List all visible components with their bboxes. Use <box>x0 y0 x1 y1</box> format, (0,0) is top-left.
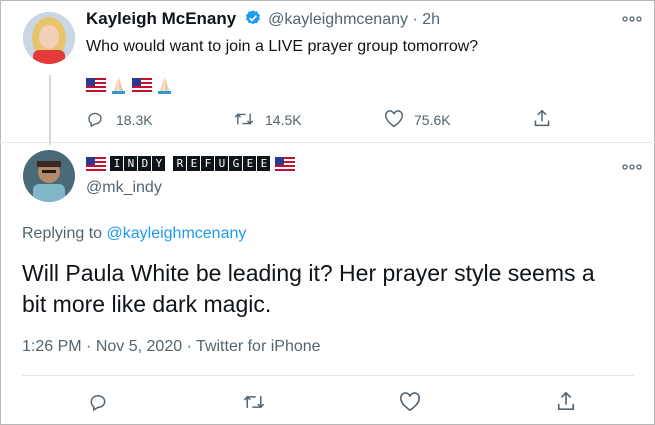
boxed-letter: Y <box>152 156 166 172</box>
us-flag-icon <box>131 78 152 92</box>
more-options-icon[interactable] <box>622 162 642 172</box>
boxed-letter: I <box>110 156 124 172</box>
reply-date[interactable]: Nov 5, 2020 <box>96 338 182 355</box>
reply-icon[interactable] <box>86 110 104 128</box>
boxed-letter: E <box>187 156 201 172</box>
boxed-name-letters: INDY REFUGEE <box>110 156 271 172</box>
us-flag-icon <box>86 156 106 171</box>
reply-meta: 1:26 PM · Nov 5, 2020 · Twitter for iPho… <box>22 338 321 356</box>
retweet-icon[interactable] <box>243 392 265 412</box>
verified-badge-icon <box>244 9 262 27</box>
boxed-letter: N <box>124 156 138 172</box>
boxed-letter <box>166 156 172 171</box>
reply-count: 18.3K <box>116 112 153 128</box>
reply-source[interactable]: Twitter for iPhone <box>196 338 321 355</box>
replying-to-prefix: Replying to <box>22 225 107 242</box>
avatar-mk-indy[interactable] <box>23 150 75 202</box>
emoji-row <box>86 76 173 94</box>
meta-divider <box>22 375 634 376</box>
author-name[interactable]: Kayleigh McEnany <box>86 9 236 28</box>
dot-separator: · <box>412 11 418 28</box>
window-frame <box>0 0 655 425</box>
us-flag-icon <box>274 156 295 171</box>
tweet-text: Who would want to join a LIVE prayer gro… <box>86 38 479 55</box>
like-icon[interactable] <box>384 110 404 128</box>
like-count: 75.6K <box>414 112 451 128</box>
folded-hands-icon <box>110 76 127 94</box>
reply-handle[interactable]: @mk_indy <box>86 179 162 197</box>
boxed-letter: E <box>257 156 271 172</box>
avatar-kayleigh[interactable] <box>23 12 75 64</box>
replying-to: Replying to @kayleighmcenany <box>22 225 246 243</box>
tweet-time[interactable]: 2h <box>422 11 440 28</box>
replying-to-handle-link[interactable]: @kayleighmcenany <box>107 225 247 242</box>
thread-line <box>49 75 51 145</box>
share-icon[interactable] <box>533 108 551 128</box>
reply-display-name[interactable]: INDY REFUGEE <box>86 155 295 173</box>
share-icon[interactable] <box>556 390 576 412</box>
boxed-letter: D <box>138 156 152 172</box>
like-icon[interactable] <box>399 392 421 412</box>
reply-icon[interactable] <box>88 392 108 412</box>
boxed-letter: E <box>243 156 257 172</box>
meta-separator: · <box>86 338 92 355</box>
tweet-divider <box>0 142 655 143</box>
more-options-icon[interactable] <box>622 14 642 24</box>
boxed-letter: R <box>173 156 187 172</box>
reply-time[interactable]: 1:26 PM <box>22 338 82 355</box>
retweet-count: 14.5K <box>265 112 302 128</box>
boxed-letter: U <box>215 156 229 172</box>
folded-hands-icon <box>156 76 173 94</box>
reply-text: Will Paula White be leading it? Her pray… <box>22 260 595 317</box>
us-flag-icon <box>86 78 106 92</box>
boxed-letter: F <box>201 156 215 172</box>
retweet-icon[interactable] <box>234 110 254 128</box>
meta-separator: · <box>186 338 192 355</box>
boxed-letter: G <box>229 156 243 172</box>
author-handle[interactable]: @kayleighmcenany <box>268 11 408 28</box>
